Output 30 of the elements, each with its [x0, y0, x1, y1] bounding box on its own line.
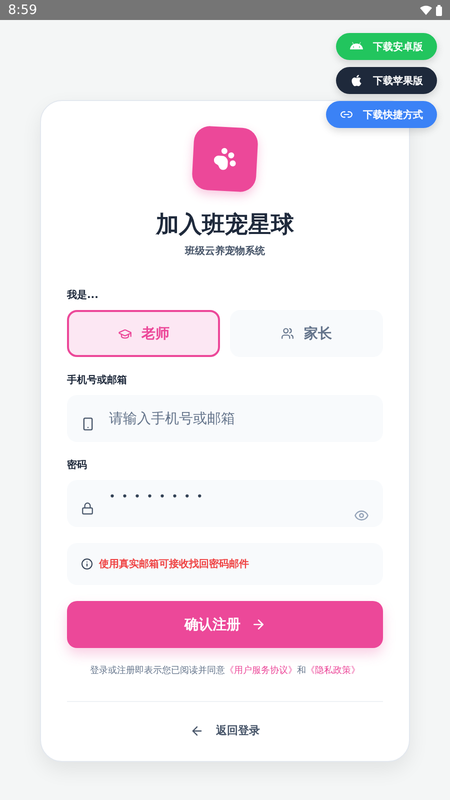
download-button[interactable]: 下载苹果版: [336, 67, 437, 94]
back-to-login-button[interactable]: 返回登录: [184, 722, 266, 739]
eye-icon[interactable]: [354, 508, 369, 523]
lock-icon: [81, 502, 94, 515]
page-title: 加入班宠星球: [154, 211, 295, 240]
privacy-link[interactable]: 《隐私政策》: [306, 666, 360, 676]
status-time: 8:59: [8, 2, 38, 18]
password-field[interactable]: ••••••••: [67, 480, 383, 527]
field-label: 我是...: [67, 288, 100, 302]
paw-logo-icon: [191, 125, 259, 193]
wifi-icon: [420, 5, 432, 15]
role-option[interactable]: 家长: [230, 310, 383, 357]
register-button[interactable]: 确认注册: [67, 601, 383, 648]
notice-text: 使用真实邮箱可接收找回密码邮件: [99, 557, 249, 571]
subtitle: 班级云养宠物系统: [184, 244, 266, 258]
apple-icon: [350, 74, 363, 87]
download-button[interactable]: 下载安卓版: [336, 33, 437, 60]
graduation-cap-icon: [118, 326, 132, 340]
field-label: 手机号或邮箱: [67, 374, 128, 387]
battery-icon: [436, 4, 442, 16]
download-button[interactable]: 下载快捷方式: [326, 101, 437, 128]
agreement-text: 登录或注册即表示您已阅读并同意《用户服务协议》和《隐私政策》: [89, 664, 361, 677]
field-label: 密码: [67, 458, 88, 472]
people-icon: [281, 327, 294, 340]
info-icon: [81, 558, 93, 570]
terms-link[interactable]: 《用户服务协议》: [225, 666, 297, 676]
arrow-right-icon: [250, 617, 266, 632]
phone-icon: [81, 417, 95, 431]
role-option[interactable]: 老师: [67, 310, 220, 357]
account-field[interactable]: 请输入手机号或邮箱: [67, 395, 383, 442]
